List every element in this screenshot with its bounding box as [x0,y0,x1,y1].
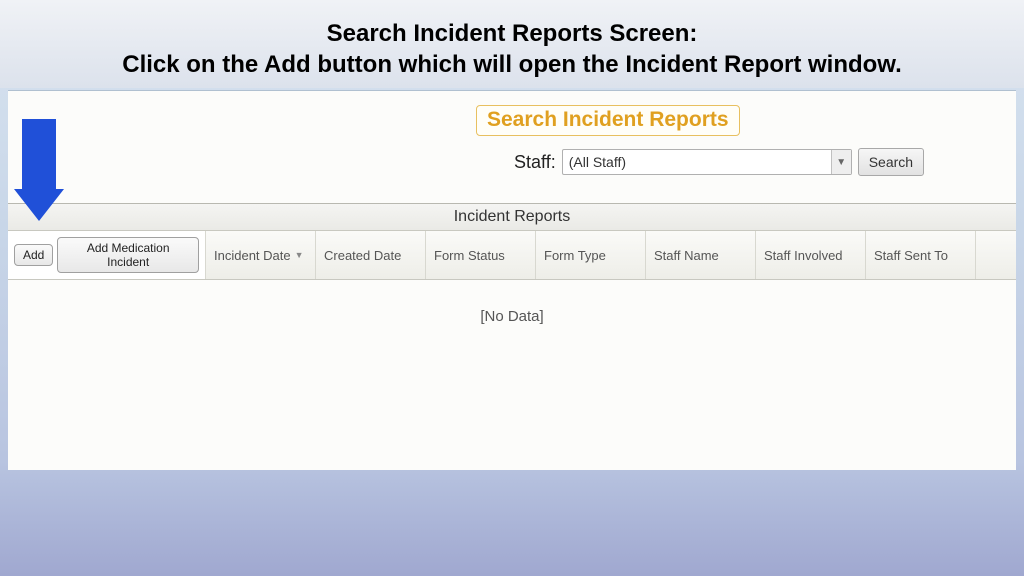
grid-area: Incident Reports Add Add Medication Inci… [8,203,1016,353]
staff-label: Staff: [514,152,556,173]
col-incident-date-label: Incident Date [214,248,291,263]
col-incident-date[interactable]: Incident Date ▼ [206,231,316,279]
chevron-down-icon: ▼ [831,150,851,174]
search-button[interactable]: Search [858,148,924,176]
col-spacer [976,231,1016,279]
col-form-type[interactable]: Form Type [536,231,646,279]
sort-desc-icon: ▼ [295,250,304,260]
staff-select[interactable]: (All Staff) ▼ [562,149,852,175]
add-button[interactable]: Add [14,244,53,266]
staff-filter-row: Staff: (All Staff) ▼ Search [476,148,956,176]
slide-title-line2: Click on the Add button which will open … [40,49,984,80]
grid-button-cell: Add Add Medication Incident [8,231,206,279]
grid-header-row: Add Add Medication Incident Incident Dat… [8,231,1016,280]
search-panel-title-wrap: Search Incident Reports [476,105,740,136]
col-staff-name[interactable]: Staff Name [646,231,756,279]
slide-header: Search Incident Reports Screen: Click on… [0,0,1024,88]
staff-select-value: (All Staff) [569,154,626,170]
col-staff-involved[interactable]: Staff Involved [756,231,866,279]
col-created-date[interactable]: Created Date [316,231,426,279]
col-form-status[interactable]: Form Status [426,231,536,279]
grid-title: Incident Reports [8,203,1016,231]
grid-no-data: [No Data] [8,280,1016,353]
col-staff-sent-to[interactable]: Staff Sent To [866,231,976,279]
app-panel: Search Incident Reports Staff: (All Staf… [8,90,1016,470]
search-panel-title: Search Incident Reports [487,108,729,131]
add-medication-incident-button[interactable]: Add Medication Incident [57,237,199,273]
slide-title-line1: Search Incident Reports Screen: [40,18,984,49]
search-panel: Search Incident Reports Staff: (All Staf… [476,105,956,176]
instruction-arrow-icon [14,119,64,229]
